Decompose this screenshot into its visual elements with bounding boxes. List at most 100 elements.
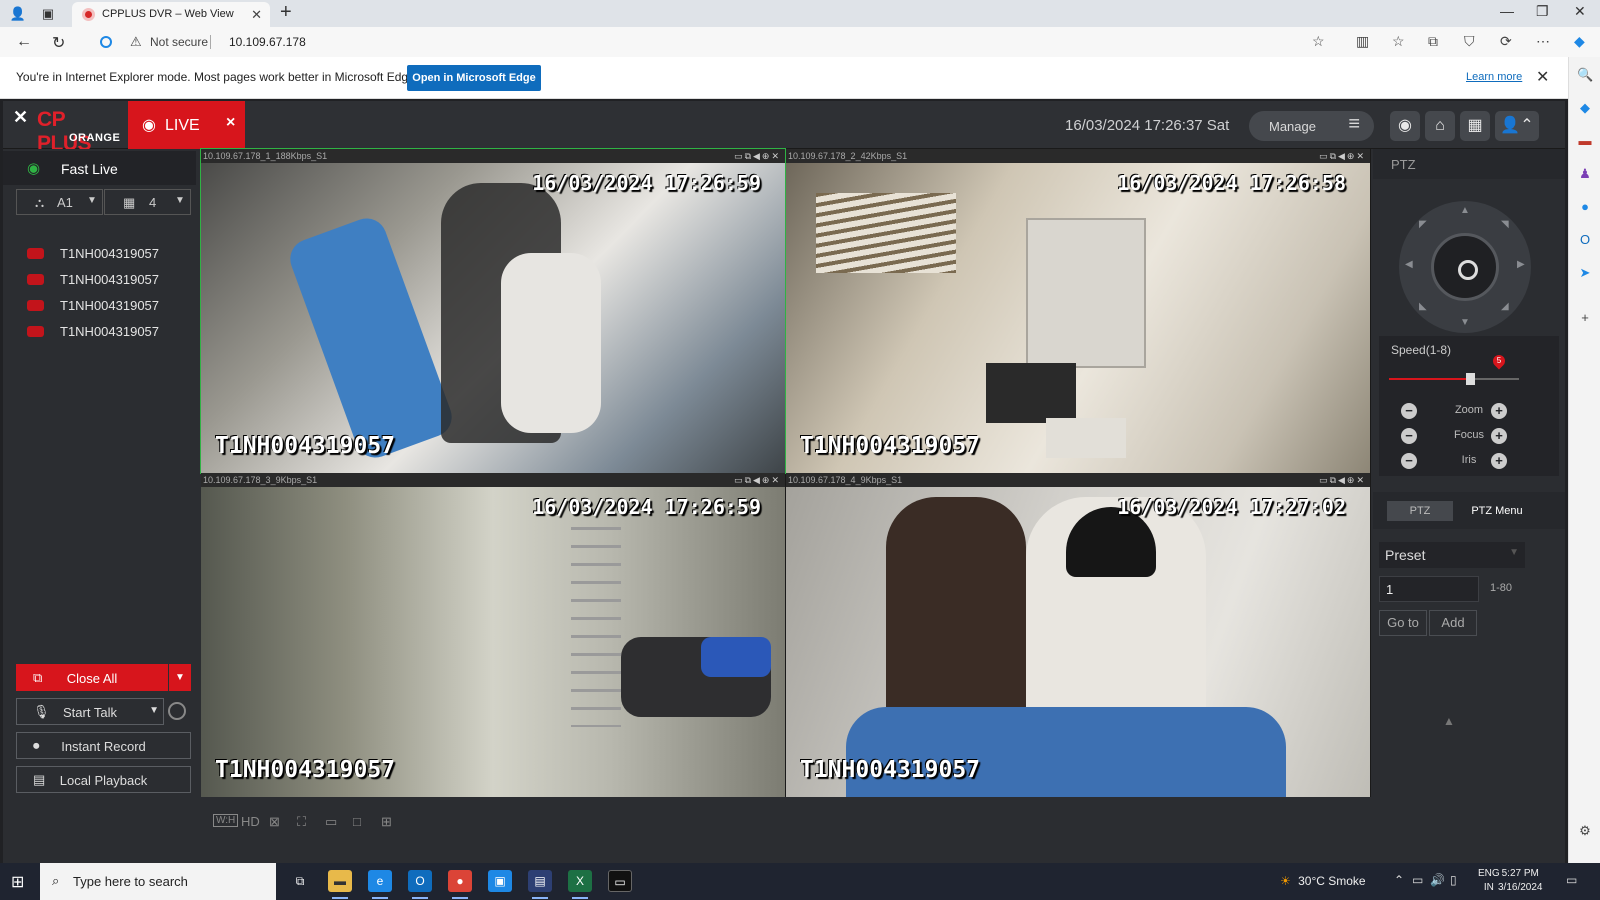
new-tab-icon[interactable]: +	[280, 1, 292, 24]
minimize-icon[interactable]: —	[1500, 3, 1514, 19]
preset-number-input[interactable]: 1	[1379, 576, 1479, 602]
network-icon[interactable]: ▭	[1412, 873, 1423, 887]
tab-ptz-menu[interactable]: PTZ Menu	[1459, 501, 1535, 521]
sidebar-settings-icon[interactable]: ⚙	[1577, 823, 1593, 839]
sidebar-office-icon[interactable]: ●	[1577, 199, 1593, 215]
pan-down-icon[interactable]: ▼	[1460, 317, 1470, 328]
infobar-close-icon[interactable]: ✕	[1536, 67, 1549, 87]
refresh-icon[interactable]: ↻	[52, 33, 65, 53]
cell-controls-icon[interactable]: ▭⧉◀⊕✕	[1319, 149, 1366, 163]
camera-list-item[interactable]: T1NH004319057	[3, 269, 199, 291]
split-screen-icon[interactable]: ▥	[1356, 33, 1369, 50]
layout-select[interactable]: ▦ 4 ▼	[104, 189, 191, 215]
speed-slider-handle[interactable]	[1466, 373, 1475, 385]
outlook-taskbar-icon[interactable]: O	[408, 870, 432, 899]
sidebar-add-icon[interactable]: +	[1577, 310, 1593, 326]
close-all-button[interactable]: ⧉ Close All	[16, 664, 168, 691]
window-close-icon[interactable]: ✕	[1574, 3, 1586, 20]
pan-right-icon[interactable]: ▶	[1517, 259, 1525, 270]
live-tab[interactable]: ◉ LIVE ×	[128, 101, 245, 149]
live-view-icon[interactable]: ◉	[1390, 111, 1420, 141]
browser-essentials-icon[interactable]: ⟳	[1500, 33, 1512, 50]
sidebar-games-icon[interactable]: ♟	[1577, 166, 1593, 182]
task-view-icon[interactable]: ⧉	[288, 870, 312, 892]
sidebar-search-icon[interactable]: 🔍	[1577, 67, 1593, 83]
camera-list-item[interactable]: T1NH004319057	[3, 295, 199, 317]
file-explorer-icon[interactable]: ▬	[328, 870, 352, 899]
pan-up-left-icon[interactable]: ◤	[1419, 219, 1427, 230]
browser-tab[interactable]: CPPLUS DVR – Web View ✕	[72, 2, 270, 27]
battery-icon[interactable]: ▯	[1450, 873, 1457, 887]
sidebar-tag-icon[interactable]: ◆	[1577, 100, 1593, 116]
joystick-center[interactable]	[1431, 233, 1499, 301]
chrome-taskbar-icon[interactable]: ●	[448, 870, 472, 899]
single-view-icon[interactable]: □	[353, 814, 361, 829]
snapshot-icon[interactable]: ⊠	[269, 814, 280, 830]
tray-chevron-icon[interactable]: ⌃	[1394, 873, 1404, 887]
ie-mode-icon[interactable]	[100, 36, 112, 48]
taskbar-clock[interactable]: 5:27 PM 3/16/2024	[1498, 867, 1543, 895]
preset-select[interactable]: Preset ▼	[1379, 542, 1525, 568]
aspect-ratio-icon[interactable]: W:H	[213, 814, 239, 827]
tab-ptz[interactable]: PTZ	[1387, 501, 1453, 521]
live-close-icon[interactable]: ×	[226, 114, 235, 132]
pan-left-icon[interactable]: ◀	[1405, 259, 1413, 270]
taskbar-search[interactable]: ⌕ Type here to search	[40, 863, 276, 900]
volume-icon[interactable]: 🔊	[1430, 873, 1445, 887]
cell-controls-icon[interactable]: ▭⧉◀⊕✕	[1319, 473, 1366, 487]
quad-view-icon[interactable]: ⊞	[381, 814, 392, 830]
windows-start-icon[interactable]: ⊞	[11, 872, 29, 891]
fit-screen-icon[interactable]: ⛶	[297, 814, 306, 830]
sidebar-send-icon[interactable]: ➤	[1577, 265, 1593, 281]
video-cell[interactable]: 10.109.67.178_1_188Kbps_S1 ▭⧉◀⊕✕ 16/03/20…	[200, 148, 786, 474]
language-indicator[interactable]: ENG IN	[1478, 867, 1500, 895]
address-field[interactable]: ⚠ Not secure 10.109.67.178	[96, 31, 1336, 53]
stream-select[interactable]: ⛬ A1 ▼	[16, 189, 103, 215]
video-cell[interactable]: 10.109.67.178_3_9Kbps_S1 ▭⧉◀⊕✕ 16/03/2024…	[201, 473, 785, 797]
talk-status-indicator[interactable]	[168, 702, 186, 720]
more-menu-icon[interactable]: ⋯	[1536, 33, 1550, 50]
cell-controls-icon[interactable]: ▭⧉◀⊕✕	[734, 473, 781, 487]
add-preset-button[interactable]: Add	[1429, 610, 1477, 636]
hd-toggle[interactable]: HD	[241, 814, 260, 829]
open-in-edge-button[interactable]: Open in Microsoft Edge	[407, 65, 541, 91]
favorite-star-icon[interactable]: ☆	[1312, 33, 1325, 50]
collapse-up-icon[interactable]: ▲	[1443, 714, 1455, 728]
back-icon[interactable]: ←	[16, 33, 32, 51]
profile-icon[interactable]: 👤	[8, 4, 28, 24]
excel-taskbar-icon[interactable]: X	[568, 870, 592, 899]
pan-up-right-icon[interactable]: ◥	[1501, 219, 1509, 230]
notifications-icon[interactable]: ▭	[1566, 873, 1577, 887]
start-talk-button[interactable]: 🎙 Start Talk ▼	[16, 698, 164, 725]
store-taskbar-icon[interactable]: ▣	[488, 870, 512, 892]
camera-list-item[interactable]: T1NH004319057	[3, 243, 199, 265]
fast-live-header[interactable]: ◉ Fast Live	[3, 151, 196, 185]
camera-list-item[interactable]: T1NH004319057	[3, 321, 199, 343]
favorites-icon[interactable]: ☆	[1392, 33, 1405, 50]
tab-actions-icon[interactable]: ▣	[38, 4, 58, 24]
pan-up-icon[interactable]: ▲	[1460, 205, 1470, 216]
collections-icon[interactable]: ⧉	[1428, 33, 1438, 50]
zoom-in-button[interactable]: +	[1491, 403, 1507, 419]
chevron-down-icon[interactable]: ▼	[149, 705, 159, 716]
extensions-icon[interactable]: ⛉	[1464, 33, 1475, 50]
restore-icon[interactable]: ❐	[1536, 3, 1549, 20]
video-cell[interactable]: 10.109.67.178_2_42Kbps_S1 ▭⧉◀⊕✕ 16/03/202…	[786, 149, 1370, 473]
instant-record-button[interactable]: ⏺ Instant Record	[16, 732, 191, 759]
pan-down-left-icon[interactable]: ◣	[1419, 301, 1427, 312]
video-cell[interactable]: 10.109.67.178_4_9Kbps_S1 ▭⧉◀⊕✕ 16/03/2024…	[786, 473, 1370, 797]
terminal-taskbar-icon[interactable]: ▭	[608, 870, 632, 892]
cell-controls-icon[interactable]: ▭⧉◀⊕✕	[734, 149, 781, 163]
home-icon[interactable]: ⌂	[1425, 111, 1455, 141]
fullscreen-icon[interactable]: ▭	[325, 814, 337, 830]
sidebar-outlook-icon[interactable]: O	[1577, 232, 1593, 248]
ptz-joystick[interactable]: ▲ ▼ ◀ ▶ ◤ ◥ ◣ ◢	[1399, 201, 1531, 333]
app-taskbar-icon[interactable]: ▤	[528, 870, 552, 899]
user-menu-icon[interactable]: 👤⌃	[1495, 111, 1539, 141]
learn-more-link[interactable]: Learn more	[1466, 71, 1522, 83]
edge-taskbar-icon[interactable]: e	[368, 870, 392, 899]
goto-button[interactable]: Go to	[1379, 610, 1427, 636]
local-playback-button[interactable]: ▤ Local Playback	[16, 766, 191, 793]
warning-icon[interactable]: ⚠	[130, 31, 142, 53]
focus-plus-button[interactable]: +	[1491, 428, 1507, 444]
